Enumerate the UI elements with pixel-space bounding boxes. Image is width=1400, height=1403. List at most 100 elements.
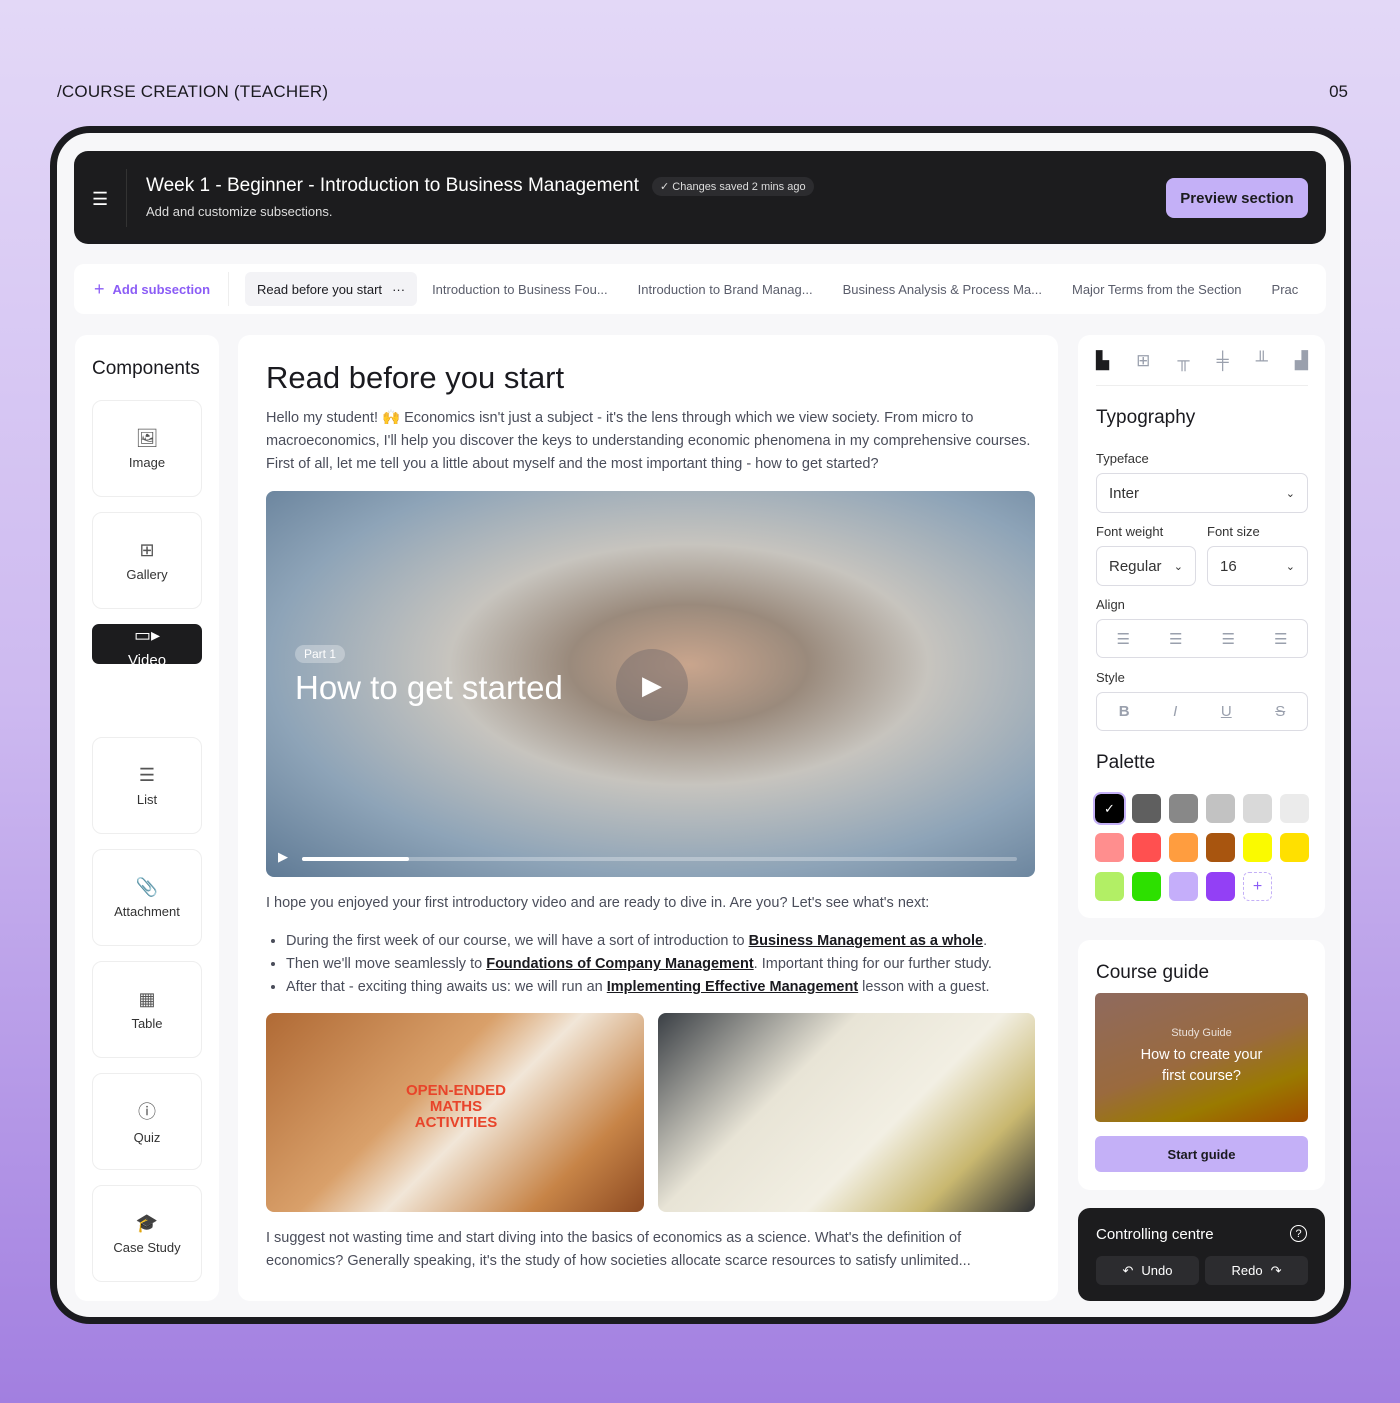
play-button-icon[interactable]: ▶ (278, 849, 288, 865)
redo-button[interactable]: Redo ↷ (1205, 1256, 1308, 1285)
align-center-text-icon[interactable]: ☰ (1222, 630, 1235, 648)
color-swatch[interactable] (1169, 833, 1198, 862)
bullet-list: During the first week of our course, we … (286, 930, 1046, 999)
guide-kicker: Study Guide (1171, 1027, 1232, 1039)
color-swatch[interactable] (1206, 872, 1235, 901)
section-header: ☰ Week 1 - Beginner - Introduction to Bu… (74, 151, 1326, 244)
bold-button[interactable]: B (1119, 703, 1130, 720)
tab-business-analysis[interactable]: Business Analysis & Process Ma... (828, 282, 1057, 297)
course-guide-title: Course guide (1096, 962, 1210, 983)
more-icon[interactable]: ··· (392, 282, 405, 297)
tab-read-before-you-start[interactable]: Read before you start ··· (245, 272, 418, 306)
component-table[interactable]: ▦ Table (92, 961, 202, 1058)
text-align-group: ☰ ☰ ☰ ☰ (1096, 619, 1308, 658)
component-label: List (136, 791, 158, 807)
color-swatch[interactable] (1243, 833, 1272, 862)
color-swatch[interactable] (1243, 794, 1272, 823)
typography-title: Typography (1096, 407, 1196, 428)
align-left-text-icon[interactable]: ☰ (1117, 630, 1130, 648)
add-color-button[interactable]: + (1243, 872, 1272, 901)
tab-label: Read before you start (257, 281, 383, 297)
preview-section-button[interactable]: Preview section (1166, 178, 1308, 218)
component-attachment[interactable]: 📎 Attachment (92, 849, 202, 946)
video-part-badge: Part 1 (295, 645, 346, 663)
video-player[interactable]: Part 1 How to get started ▶ ▶ (266, 491, 1035, 877)
align-left-icon[interactable]: ▙ (1096, 351, 1109, 371)
after-video-paragraph[interactable]: I hope you enjoyed your first introducto… (266, 892, 1036, 915)
underline-button[interactable]: U (1221, 703, 1232, 720)
play-icon[interactable]: ▶ (616, 649, 688, 721)
color-swatch[interactable] (1280, 833, 1309, 862)
outro-paragraph[interactable]: I suggest not wasting time and start div… (266, 1227, 1036, 1273)
align-right-text-icon[interactable]: ☰ (1169, 630, 1182, 648)
palette-title: Palette (1096, 752, 1156, 773)
list-item: After that - exciting thing awaits us: w… (286, 976, 1046, 999)
color-swatch[interactable]: ✓ (1093, 792, 1126, 825)
component-image[interactable]: 🖼 Image (92, 400, 202, 497)
component-gallery[interactable]: ⊞ Gallery (92, 512, 202, 609)
font-weight-label: Font weight (1096, 524, 1164, 539)
link[interactable]: Implementing Effective Management (607, 979, 858, 995)
color-swatch[interactable] (1132, 833, 1161, 862)
component-case-study[interactable]: 🎓 Case Study (92, 1185, 202, 1282)
color-swatch[interactable] (1095, 833, 1124, 862)
undo-button[interactable]: ↶ Undo (1096, 1256, 1199, 1285)
justify-text-icon[interactable]: ☰ (1274, 630, 1287, 648)
tab-business-foundations[interactable]: Introduction to Business Fou... (417, 282, 623, 297)
notebook-image[interactable] (658, 1013, 1035, 1212)
intro-paragraph[interactable]: Hello my student! 🙌 Economics isn't just… (266, 407, 1036, 476)
color-swatch[interactable] (1132, 872, 1161, 901)
italic-button[interactable]: I (1173, 703, 1177, 720)
font-weight-select[interactable]: Regular ⌄ (1096, 546, 1196, 586)
menu-icon[interactable]: ☰ (92, 189, 108, 210)
align-center-v-icon[interactable]: ╪ (1217, 351, 1229, 371)
color-swatch[interactable] (1280, 794, 1309, 823)
link[interactable]: Business Management as a whole (749, 933, 984, 949)
books-image[interactable]: OPEN-ENDED MATHS ACTIVITIES (266, 1013, 644, 1212)
page-number: 05 (1329, 82, 1348, 101)
component-list[interactable]: ☰ List (92, 737, 202, 834)
align-top-icon[interactable]: ╥ (1177, 351, 1189, 371)
properties-panel: ▙ ⊞ ╥ ╪ ╨ ▟ Typography Typeface Inter ⌄ Font w… (1078, 335, 1325, 918)
video-progress-fill (302, 857, 410, 861)
align-bottom-icon[interactable]: ╨ (1256, 351, 1268, 371)
page-subtitle: Add and customize subsections. (146, 204, 333, 219)
chevron-down-icon: ⌄ (1285, 560, 1295, 573)
component-quiz[interactable]: ⓘ Quiz (92, 1073, 202, 1170)
tab-major-terms[interactable]: Major Terms from the Section (1057, 282, 1257, 297)
font-size-select[interactable]: 16 ⌄ (1207, 546, 1308, 586)
list-item: Then we'll move seamlessly to Foundation… (286, 953, 1046, 976)
image-icon: 🖼 (135, 427, 159, 448)
undo-icon: ↶ (1122, 1262, 1134, 1278)
controlling-centre: Controlling centre ? ↶ Undo Redo ↷ (1078, 1208, 1325, 1301)
start-guide-button[interactable]: Start guide (1095, 1136, 1308, 1172)
course-guide-card: Course guide Study Guide How to create y… (1078, 940, 1325, 1190)
typeface-select[interactable]: Inter ⌄ (1096, 473, 1308, 513)
add-subsection-button[interactable]: + Add subsection (74, 272, 230, 306)
align-label: Align (1096, 597, 1125, 612)
redo-icon: ↷ (1270, 1262, 1282, 1278)
align-right-icon[interactable]: ▟ (1295, 351, 1308, 371)
color-swatch[interactable] (1169, 872, 1198, 901)
list-item: During the first week of our course, we … (286, 930, 1046, 953)
section-title[interactable]: Read before you start (266, 360, 564, 396)
color-swatch[interactable] (1095, 872, 1124, 901)
video-progress-bar[interactable] (302, 857, 1017, 861)
book-cover-text: OPEN-ENDED MATHS ACTIVITIES (405, 1082, 506, 1131)
list-icon: ☰ (138, 764, 156, 785)
help-icon[interactable]: ? (1290, 1225, 1307, 1242)
components-title: Components (92, 358, 200, 379)
component-video[interactable]: ▭▸ Video (92, 624, 202, 669)
tab-practice[interactable]: Prac (1257, 282, 1314, 297)
component-label: Image (128, 454, 166, 470)
tab-brand-management[interactable]: Introduction to Brand Manag... (623, 282, 828, 297)
video-title: How to get started (295, 669, 563, 706)
strikethrough-button[interactable]: S (1275, 703, 1285, 720)
guide-thumbnail[interactable]: Study Guide How to create your first cou… (1095, 993, 1308, 1122)
link[interactable]: Foundations of Company Management (486, 956, 753, 972)
color-swatch[interactable] (1132, 794, 1161, 823)
color-swatch[interactable] (1169, 794, 1198, 823)
align-center-h-icon[interactable]: ⊞ (1136, 351, 1150, 371)
color-swatch[interactable] (1206, 794, 1235, 823)
color-swatch[interactable] (1206, 833, 1235, 862)
